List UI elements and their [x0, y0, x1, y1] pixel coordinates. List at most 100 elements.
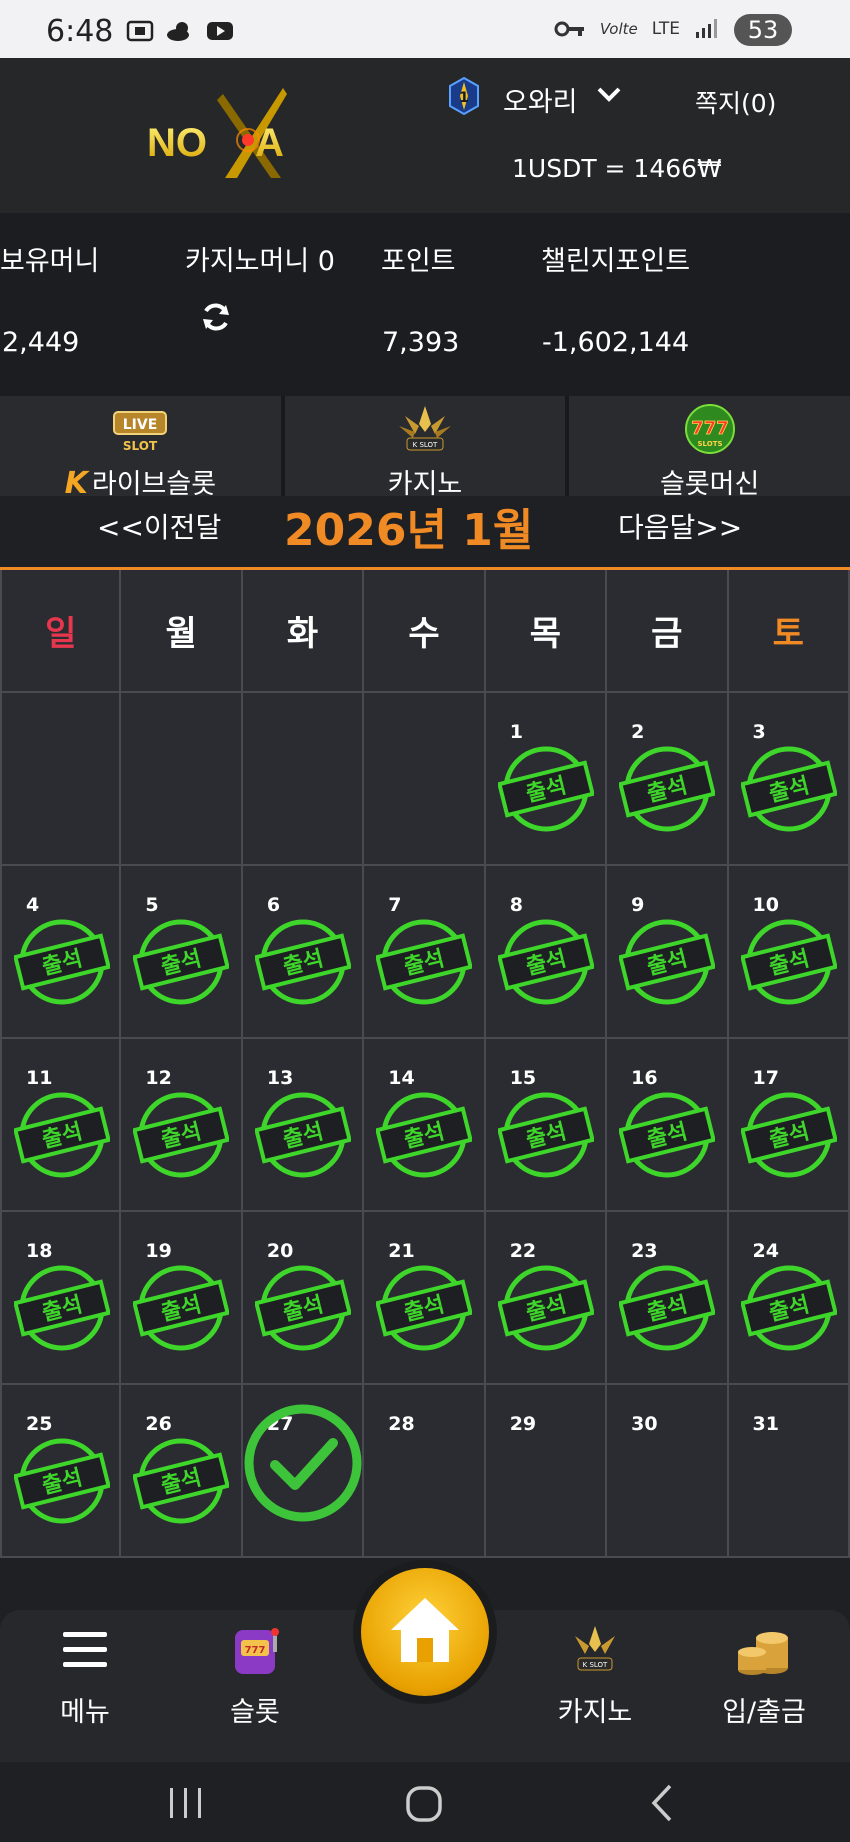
attendance-stamp-icon: 출석	[619, 1265, 716, 1351]
system-navigation-bar	[0, 1762, 850, 1842]
calendar-day[interactable]: 4 출석	[0, 866, 122, 1039]
svg-text:LIVE: LIVE	[123, 417, 158, 433]
attendance-stamp-icon: 출석	[14, 1265, 110, 1351]
tab-live-slot[interactable]: LIVE SLOT K 라이브슬롯	[0, 396, 285, 506]
month-title: 2026년 1월	[284, 505, 534, 556]
nav-casino[interactable]: K SLOT 카지노	[525, 1620, 665, 1729]
calendar-day[interactable]: 25 출석	[0, 1385, 122, 1558]
calendar-day[interactable]: 24 출석	[728, 1212, 850, 1385]
calendar-day[interactable]: 13 출석	[242, 1039, 365, 1212]
calendar-empty-cell	[121, 693, 243, 866]
svg-text:NO: NO	[147, 121, 207, 165]
prev-month-button[interactable]: <<이전달	[97, 506, 221, 546]
username[interactable]: 오와리	[503, 80, 578, 119]
nav-menu[interactable]: 메뉴	[15, 1620, 155, 1729]
calendar-day[interactable]: 19 출석	[121, 1212, 243, 1385]
attendance-stamp-icon: 출석	[376, 919, 473, 1005]
next-month-button[interactable]: 다음달>>	[618, 506, 742, 546]
calendar-day[interactable]: 22 출석	[485, 1212, 608, 1385]
svg-text:777: 777	[691, 418, 729, 439]
recent-apps-icon[interactable]	[166, 1786, 206, 1820]
home-system-icon[interactable]	[404, 1784, 444, 1824]
attendance-stamp-icon: 출석	[497, 746, 594, 832]
balance-panel: 보유머니 2,449 카지노머니 0 포인트 7,393 챌린지포인트 -1,6…	[0, 213, 850, 396]
calendar-day[interactable]: 3 출석	[728, 693, 850, 866]
calendar-day[interactable]: 5 출석	[121, 866, 243, 1039]
refresh-icon[interactable]	[198, 299, 234, 335]
nav-slot[interactable]: 777 슬롯	[185, 1620, 325, 1729]
calendar-day[interactable]: 26 출석	[121, 1385, 243, 1558]
nav-label: 카지노	[557, 1697, 633, 1728]
attendance-stamp-icon: 출석	[254, 1265, 351, 1351]
attendance-calendar: 일 월 화 수 목 금 토 1 출석 2 출석 3 출석 4 출석 5 출석 6 출석 7 출석 8 출석 9 출…	[0, 570, 850, 1558]
attendance-stamp-icon: 출석	[133, 919, 230, 1005]
calendar-day[interactable]: 29	[485, 1385, 608, 1558]
nav-label: 입/출금	[722, 1697, 806, 1728]
calendar-day[interactable]: 9 출석	[607, 866, 729, 1039]
point-label: 포인트	[381, 246, 456, 277]
calendar-day[interactable]: 16 출석	[607, 1039, 729, 1212]
messages-link[interactable]: 쪽지(0)	[695, 84, 776, 120]
calendar-day[interactable]: 23 출석	[607, 1212, 729, 1385]
calendar-day[interactable]: 17 출석	[728, 1039, 850, 1212]
home-icon	[391, 1598, 459, 1662]
calendar-day[interactable]: 8 출석	[485, 866, 608, 1039]
day-number: 31	[752, 1413, 779, 1435]
nav-deposit-withdraw[interactable]: 입/출금	[694, 1620, 834, 1729]
attendance-stamp-icon: 출석	[133, 1265, 230, 1351]
calendar-day[interactable]: 30	[607, 1385, 729, 1558]
calendar-day[interactable]: 20 출석	[242, 1212, 365, 1385]
weekday-header: 일 월 화 수 목 금 토	[0, 570, 850, 693]
weekday-mon: 월	[121, 570, 243, 693]
nova-logo[interactable]: NO A	[145, 86, 320, 186]
calendar-day[interactable]: 31	[728, 1385, 850, 1558]
calendar-day[interactable]: 28	[364, 1385, 486, 1558]
tab-slot-machine[interactable]: 777 SLOTS 슬롯머신	[569, 396, 850, 506]
nav-label: 슬롯	[230, 1697, 280, 1728]
weekday-thu: 목	[485, 570, 608, 693]
tab-casino[interactable]: K SLOT 카지노	[284, 396, 570, 506]
attendance-stamp-icon: 출석	[254, 1092, 351, 1178]
home-button[interactable]	[361, 1568, 489, 1696]
point-value: 7,393	[382, 327, 460, 358]
hamburger-menu-icon	[63, 1632, 107, 1667]
calendar-day[interactable]: 7 출석	[364, 866, 486, 1039]
calendar-empty-cell	[242, 693, 365, 866]
attendance-stamp-icon: 출석	[740, 746, 837, 832]
status-bar: 6:48 Volte LTE 53	[0, 0, 850, 58]
today-check-icon	[244, 1404, 362, 1522]
status-time: 6:48	[46, 14, 114, 49]
calendar-day[interactable]: 11 출석	[0, 1039, 122, 1212]
coins-icon	[738, 1632, 788, 1675]
hold-money-value: 2,449	[2, 327, 80, 358]
volte-label: Volte	[599, 20, 638, 38]
month-navigation: <<이전달 2026년 1월 다음달>>	[0, 496, 850, 568]
status-notification-icons	[126, 20, 234, 42]
calendar-day[interactable]: 12 출석	[121, 1039, 243, 1212]
attendance-stamp-icon: 출석	[497, 919, 594, 1005]
calendar-day[interactable]: 1 출석	[485, 693, 608, 866]
calendar-week: 4 출석 5 출석 6 출석 7 출석 8 출석 9 출석 10 출석	[0, 866, 850, 1039]
weekday-tue: 화	[242, 570, 365, 693]
calendar-day[interactable]: 14 출석	[364, 1039, 486, 1212]
svg-text:SLOTS: SLOTS	[697, 440, 722, 448]
attendance-stamp-icon: 출석	[497, 1265, 594, 1351]
calendar-day[interactable]: 15 출석	[485, 1039, 608, 1212]
calendar-day[interactable]: 6 출석	[242, 866, 365, 1039]
exchange-rate: 1USDT = 1466₩	[512, 154, 722, 183]
site-header: NO A 1 오와리 쪽지(0) 1USDT = 1466₩	[0, 58, 850, 213]
svg-text:1: 1	[459, 90, 469, 106]
attendance-stamp-icon: 출석	[133, 1438, 230, 1524]
calendar-day[interactable]: 18 출석	[0, 1212, 122, 1385]
svg-text:K SLOT: K SLOT	[413, 441, 438, 449]
calendar-empty-cell	[364, 693, 486, 866]
chevron-down-icon[interactable]	[596, 84, 622, 106]
calendar-day[interactable]: 2 출석	[607, 693, 729, 866]
calendar-day[interactable]: 27	[242, 1385, 365, 1558]
calendar-week: 25 출석 26 출석 27 28 29 30 31	[0, 1385, 850, 1558]
back-icon[interactable]	[648, 1782, 676, 1824]
attendance-stamp-icon: 출석	[376, 1265, 473, 1351]
calendar-day[interactable]: 21 출석	[364, 1212, 486, 1385]
slot-machine-icon: 777	[235, 1628, 279, 1674]
calendar-day[interactable]: 10 출석	[728, 866, 850, 1039]
